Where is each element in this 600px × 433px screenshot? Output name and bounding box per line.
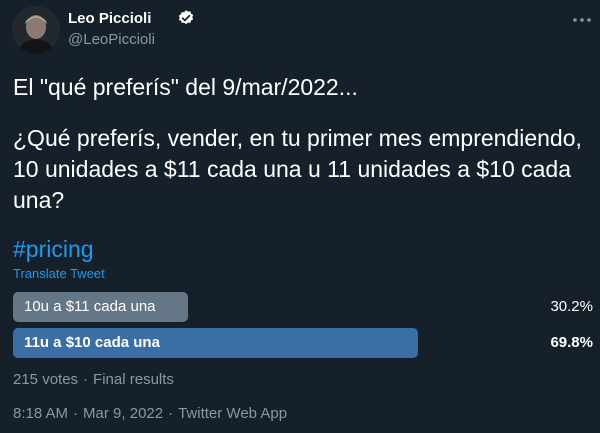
more-dots-icon[interactable] [571,12,593,28]
tweet-text-line: 10 unidades a $11 cada una u 11 unidades… [13,156,572,182]
avatar-image [12,6,60,54]
tweet-metadata: 8:18 AM · Mar 9, 2022 · Twitter Web App [13,405,287,422]
poll-option: 11u a $10 cada una 69.8% [13,328,593,358]
separator-dot: · [168,405,174,422]
poll-option-percent: 30.2% [550,298,593,315]
hashtag-link[interactable]: #pricing [13,235,94,263]
poll-status: Final results [93,371,174,388]
separator-dot: · [83,371,89,388]
avatar[interactable] [12,6,60,54]
author-name[interactable]: Leo Piccioli [68,10,151,27]
tweet: Leo Piccioli @LeoPiccioli El "qué prefer… [0,0,600,433]
tweet-date[interactable]: Mar 9, 2022 [83,405,163,422]
verified-badge-icon [178,10,194,25]
tweet-time[interactable]: 8:18 AM [13,405,68,422]
tweet-text-line: una? [13,187,65,213]
separator-dot: · [73,405,79,422]
poll-option-label: 11u a $10 cada una [24,334,160,351]
poll-votes: 215 votes [13,371,79,388]
poll-option-label: 10u a $11 cada una [24,298,156,315]
poll-option-percent: 69.8% [550,334,593,351]
tweet-text-line: El "qué preferís" del 9/mar/2022... [13,74,358,100]
tweet-text-line: ¿Qué preferís, vender, en tu primer mes … [13,125,582,151]
poll-summary: 215 votes · Final results [13,371,174,388]
poll-option: 10u a $11 cada una 30.2% [13,292,593,322]
tweet-source[interactable]: Twitter Web App [178,405,287,422]
author-handle[interactable]: @LeoPiccioli [68,31,155,48]
translate-tweet-link[interactable]: Translate Tweet [13,266,105,281]
